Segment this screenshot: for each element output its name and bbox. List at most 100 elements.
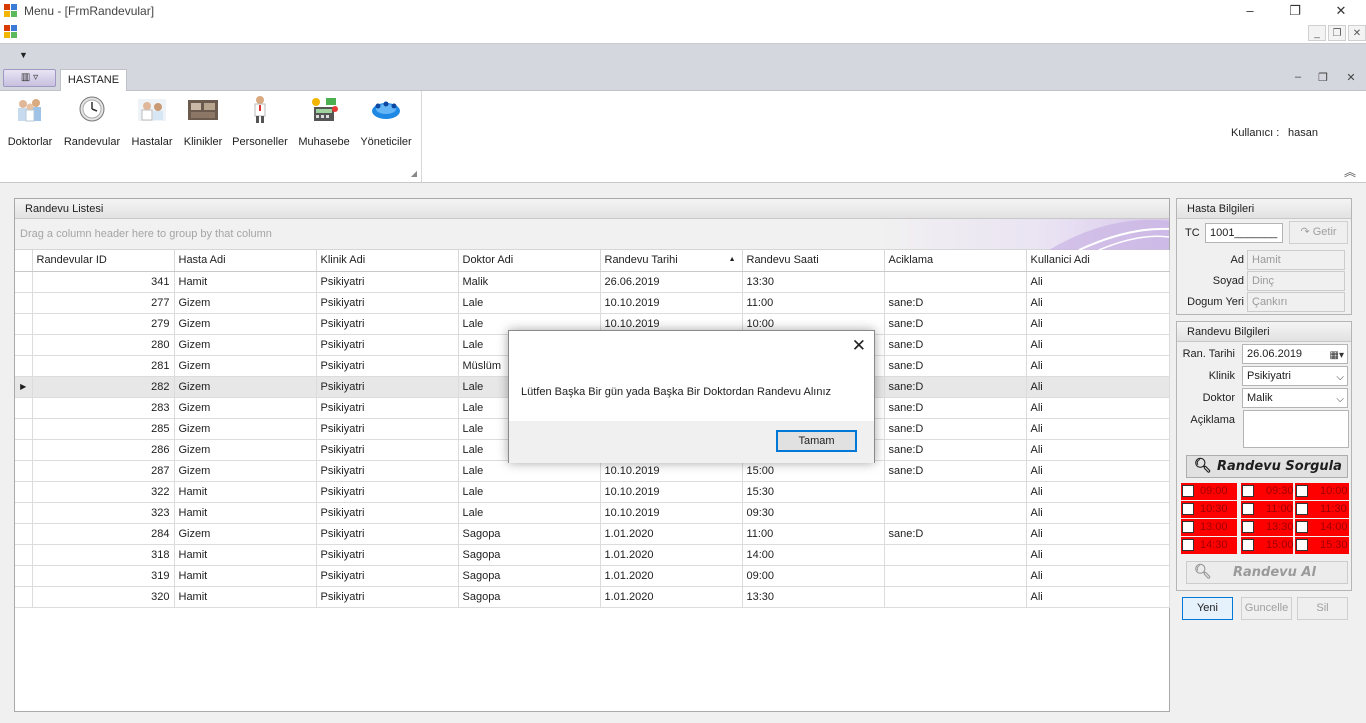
checkbox-icon[interactable] [1182, 503, 1194, 515]
collapse-ribbon-icon[interactable]: ︽ [1344, 163, 1356, 180]
tab-hastane[interactable]: HASTANE [60, 69, 127, 92]
table-cell[interactable]: Psikiyatri [316, 418, 459, 440]
table-cell[interactable]: 11:00 [742, 292, 885, 314]
time-slot-checkbox[interactable]: 09:30 [1241, 483, 1294, 500]
table-cell[interactable]: 26.06.2019 [600, 271, 743, 293]
table-cell[interactable]: 11:00 [742, 523, 885, 545]
table-cell[interactable]: Psikiyatri [316, 544, 459, 566]
col-randevu-tarihi[interactable]: Randevu Tarihi ▲ [600, 250, 743, 272]
row-indicator[interactable] [15, 460, 33, 482]
col-klinik-adi[interactable]: Klinik Adi [316, 250, 459, 272]
table-row[interactable]: 277 Gizem Psikiyatri Lale 10.10.2019 11:00 san… [15, 292, 1170, 314]
table-cell[interactable]: Ali [1026, 313, 1170, 335]
table-cell[interactable]: 10.10.2019 [600, 292, 743, 314]
table-cell[interactable]: 09:00 [742, 565, 885, 587]
table-cell[interactable]: Ali [1026, 502, 1170, 524]
table-cell[interactable]: 280 [32, 334, 175, 356]
table-cell[interactable]: Ali [1026, 334, 1170, 356]
time-slot-checkbox[interactable]: 13:30 [1241, 519, 1294, 536]
tc-input[interactable]: 1001_______ [1205, 223, 1283, 243]
row-indicator[interactable] [15, 418, 33, 440]
mdi-minimize-button[interactable]: _ [1308, 25, 1326, 41]
close-button[interactable]: ✕ [1318, 0, 1364, 22]
table-cell[interactable]: 13:30 [742, 586, 885, 608]
checkbox-icon[interactable] [1296, 503, 1308, 515]
table-cell[interactable]: 287 [32, 460, 175, 482]
table-cell[interactable]: Hamit [174, 544, 317, 566]
col-hasta-adi[interactable]: Hasta Adi [174, 250, 317, 272]
col-randevular-id[interactable]: Randevular ID [32, 250, 175, 272]
row-indicator[interactable] [15, 271, 33, 293]
table-cell[interactable]: Ali [1026, 565, 1170, 587]
ribbon-randevular[interactable]: Randevular [62, 95, 122, 148]
table-cell[interactable]: Hamit [174, 565, 317, 587]
ad-field[interactable]: Hamit [1247, 250, 1345, 270]
table-cell[interactable]: Psikiyatri [316, 586, 459, 608]
table-cell[interactable]: 282 [32, 376, 175, 398]
table-cell[interactable]: Psikiyatri [316, 397, 459, 419]
table-cell[interactable]: 320 [32, 586, 175, 608]
table-row[interactable]: 318 Hamit Psikiyatri Sagopa 1.01.2020 14:00 Al… [15, 544, 1170, 566]
table-cell[interactable]: Psikiyatri [316, 334, 459, 356]
table-cell[interactable]: Ali [1026, 376, 1170, 398]
col-aciklama[interactable]: Aciklama [884, 250, 1027, 272]
table-cell[interactable]: Psikiyatri [316, 502, 459, 524]
row-indicator[interactable] [15, 292, 33, 314]
time-slot-checkbox[interactable]: 15:00 [1241, 537, 1294, 554]
table-cell[interactable]: 13:30 [742, 271, 885, 293]
time-slot-checkbox[interactable]: 14:00 [1295, 519, 1349, 536]
checkbox-icon[interactable] [1242, 521, 1254, 533]
ribbon-yoneticiler[interactable]: Yöneticiler [359, 95, 413, 148]
ribbon-doktorlar[interactable]: Doktorlar [6, 95, 54, 148]
aciklama-textarea[interactable] [1243, 410, 1349, 448]
table-cell[interactable]: Psikiyatri [316, 271, 459, 293]
table-cell[interactable]: Ali [1026, 544, 1170, 566]
table-row[interactable]: 320 Hamit Psikiyatri Sagopa 1.01.2020 13:30 Al… [15, 586, 1170, 608]
table-cell[interactable]: 10.10.2019 [600, 481, 743, 503]
table-cell[interactable]: sane:D [884, 439, 1027, 461]
ribbon-muhasebe[interactable]: Muhasebe [297, 95, 351, 148]
table-cell[interactable]: 279 [32, 313, 175, 335]
mdi-close-button[interactable]: ✕ [1348, 25, 1366, 41]
table-cell[interactable]: Gizem [174, 418, 317, 440]
time-slot-checkbox[interactable]: 11:30 [1295, 501, 1349, 518]
time-slot-checkbox[interactable]: 11:00 [1241, 501, 1293, 518]
dialog-close-icon[interactable]: ✕ [852, 336, 866, 356]
table-cell[interactable]: Ali [1026, 271, 1170, 293]
row-indicator[interactable] [15, 502, 33, 524]
table-cell[interactable]: sane:D [884, 460, 1027, 482]
table-cell[interactable]: sane:D [884, 397, 1027, 419]
table-cell[interactable]: Hamit [174, 502, 317, 524]
table-cell[interactable]: Psikiyatri [316, 481, 459, 503]
row-indicator[interactable] [15, 481, 33, 503]
group-panel[interactable]: Drag a column header here to group by th… [15, 219, 1169, 250]
table-cell[interactable]: Ali [1026, 460, 1170, 482]
group-dialog-launcher-icon[interactable]: ◢ [411, 169, 417, 178]
time-slot-checkbox[interactable]: 10:30 [1181, 501, 1237, 518]
table-cell[interactable]: Sagopa [458, 544, 601, 566]
minimize-button[interactable]: – [1227, 0, 1273, 22]
table-row[interactable]: 341 Hamit Psikiyatri Malik 26.06.2019 13:30 Al… [15, 271, 1170, 293]
table-cell[interactable]: 281 [32, 355, 175, 377]
checkbox-icon[interactable] [1296, 521, 1308, 533]
table-cell[interactable]: 322 [32, 481, 175, 503]
table-row[interactable]: 322 Hamit Psikiyatri Lale 10.10.2019 15:30 Ali [15, 481, 1170, 503]
mdi-restore-button[interactable]: ❐ [1328, 25, 1346, 41]
table-cell[interactable]: sane:D [884, 376, 1027, 398]
table-cell[interactable]: 14:00 [742, 544, 885, 566]
table-cell[interactable]: 323 [32, 502, 175, 524]
randevu-sorgula-button[interactable]: 🔍︎ Randevu Sorgula [1186, 455, 1348, 478]
table-cell[interactable]: Sagopa [458, 523, 601, 545]
table-cell[interactable]: Psikiyatri [316, 523, 459, 545]
table-cell[interactable]: Gizem [174, 334, 317, 356]
table-cell[interactable]: sane:D [884, 523, 1027, 545]
table-cell[interactable]: 286 [32, 439, 175, 461]
table-row[interactable]: 319 Hamit Psikiyatri Sagopa 1.01.2020 09:00 Al… [15, 565, 1170, 587]
table-cell[interactable]: sane:D [884, 355, 1027, 377]
table-cell[interactable]: Psikiyatri [316, 292, 459, 314]
date-picker[interactable]: 26.06.2019 ▦▾ [1242, 344, 1348, 364]
table-cell[interactable]: 10.10.2019 [600, 460, 743, 482]
table-cell[interactable] [884, 586, 1027, 608]
row-indicator[interactable] [15, 334, 33, 356]
getir-button[interactable]: ↷ Getir [1289, 221, 1348, 244]
